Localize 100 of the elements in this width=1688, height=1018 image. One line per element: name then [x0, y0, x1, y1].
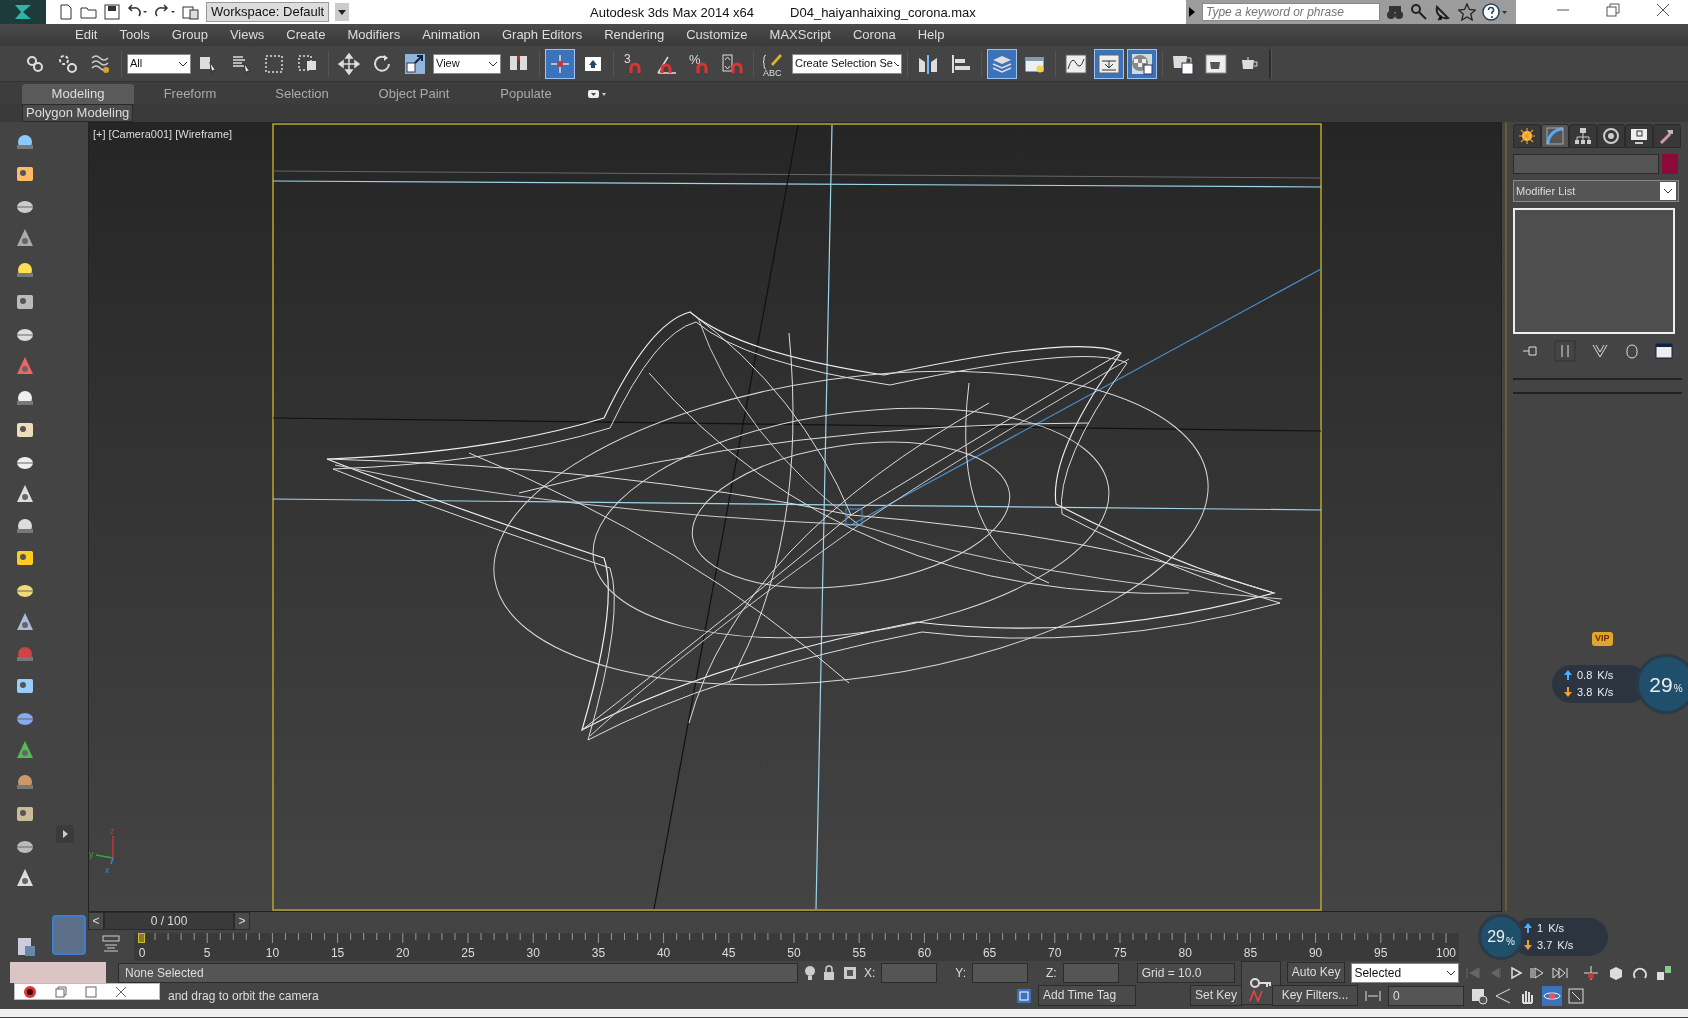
- app-logo[interactable]: [0, 0, 46, 24]
- lock-icon[interactable]: [822, 964, 836, 981]
- ribbon-tab[interactable]: Freeform: [134, 84, 246, 104]
- toolbar-button[interactable]: [1127, 48, 1157, 79]
- lightbulb-icon[interactable]: [804, 963, 816, 982]
- menu-item[interactable]: Graph Editors: [490, 24, 594, 46]
- new-file-icon[interactable]: [58, 4, 74, 20]
- command-tab[interactable]: [1625, 124, 1653, 148]
- time-config-icon[interactable]: [1470, 986, 1489, 1005]
- menu-item[interactable]: Corona: [842, 24, 907, 46]
- binoculars-icon[interactable]: [1386, 3, 1404, 21]
- funnel-icon[interactable]: [1591, 342, 1610, 360]
- modifier-stack[interactable]: [1513, 208, 1675, 334]
- menu-item[interactable]: Edit: [64, 24, 109, 46]
- toolbar-button[interactable]: [1094, 48, 1124, 79]
- time-slider-marker[interactable]: [138, 933, 145, 943]
- transform-mode-icon[interactable]: [842, 964, 858, 981]
- close-icon[interactable]: [115, 985, 127, 998]
- go-to-start-icon[interactable]: [1465, 965, 1482, 980]
- menu-item[interactable]: Create: [275, 24, 337, 46]
- orbit-camera-icon[interactable]: [1542, 985, 1563, 1006]
- timeline-track[interactable]: 0 5 10 15 20 25 30 35 40 45 50 55 60 65 70 75 80 85 90 95 100: [134, 933, 1459, 961]
- command-tab[interactable]: [1541, 124, 1569, 148]
- upload-speed: 0.8: [1577, 668, 1593, 682]
- object-name-field[interactable]: [1513, 154, 1659, 174]
- play-arrow-icon[interactable]: [1188, 7, 1196, 17]
- star-icon[interactable]: [1458, 3, 1476, 21]
- frame-number: 20: [395, 945, 411, 962]
- command-tab[interactable]: [1653, 124, 1681, 148]
- ribbon-tab[interactable]: Object Paint: [358, 84, 470, 104]
- dropdown[interactable]: All: [127, 53, 191, 74]
- menu-item[interactable]: Help: [906, 24, 956, 46]
- x-coordinate-field[interactable]: [881, 962, 938, 983]
- record-icon[interactable]: [23, 984, 37, 999]
- frame-number: 80: [1177, 945, 1193, 962]
- menu-item[interactable]: Tools: [108, 24, 161, 46]
- toolbar-button[interactable]: [987, 48, 1017, 79]
- frame-number: 55: [851, 945, 867, 962]
- satellite-dish-icon[interactable]: [1434, 3, 1452, 21]
- camera-target: [845, 508, 863, 526]
- menu-item[interactable]: Group: [160, 24, 219, 46]
- ribbon-tab[interactable]: Selection: [246, 84, 358, 104]
- color-swatch[interactable]: [1662, 154, 1678, 174]
- z-coordinate-field[interactable]: [1062, 962, 1119, 983]
- restore-icon[interactable]: [55, 985, 67, 998]
- modifier-list-dropdown[interactable]: Modifier List: [1513, 180, 1679, 202]
- dropdown[interactable]: Create Selection Se: [792, 53, 902, 74]
- command-tab[interactable]: [1569, 124, 1597, 148]
- restore-icon[interactable]: [1606, 3, 1620, 17]
- command-tab[interactable]: [1513, 124, 1541, 148]
- frame-number: 35: [590, 945, 607, 962]
- menu-item[interactable]: MAXScript: [758, 24, 842, 46]
- configure-icon[interactable]: [1654, 342, 1675, 360]
- previous-frame-button[interactable]: <: [88, 912, 104, 930]
- mouse-icon[interactable]: [1624, 342, 1639, 360]
- search-field[interactable]: Type a keyword or phrase: [1202, 3, 1380, 21]
- command-tab[interactable]: [1597, 124, 1625, 148]
- open-folder-icon[interactable]: [80, 4, 98, 20]
- set-key-button[interactable]: Set Key: [1190, 985, 1243, 1006]
- current-frame-field[interactable]: 0: [1388, 985, 1465, 1006]
- go-to-end-icon[interactable]: [1551, 965, 1570, 980]
- viewport-label[interactable]: [+] [Camera001] [Wireframe]: [93, 126, 233, 143]
- menu-item[interactable]: Customize: [675, 24, 759, 46]
- add-time-tag-button[interactable]: Add Time Tag: [1038, 985, 1136, 1006]
- save-icon[interactable]: [104, 4, 120, 20]
- pause-icon[interactable]: [1554, 340, 1577, 362]
- field-of-view-icon[interactable]: [1494, 986, 1513, 1005]
- menu-item[interactable]: Views: [218, 24, 276, 46]
- ribbon-tab[interactable]: Modeling: [22, 84, 134, 104]
- windows-icon[interactable]: [1655, 963, 1674, 982]
- workspace-dropdown[interactable]: Workspace: Default: [206, 2, 330, 22]
- track-bar-icon[interactable]: [101, 933, 121, 953]
- maximize-viewport-icon[interactable]: [1568, 987, 1585, 1004]
- frame-counter[interactable]: 0 / 100: [104, 912, 234, 930]
- next-key-icon[interactable]: [1529, 965, 1546, 980]
- menu-item[interactable]: Modifiers: [336, 24, 412, 46]
- play-icon[interactable]: [1509, 965, 1524, 980]
- ribbon-tab[interactable]: Populate: [470, 84, 582, 104]
- maximize-icon[interactable]: [85, 985, 97, 998]
- time-tag-icon[interactable]: [1016, 987, 1032, 1004]
- key-mode-dropdown[interactable]: Selected: [1351, 962, 1460, 983]
- minimized-window[interactable]: [14, 983, 160, 1000]
- key-filters-button[interactable]: Key Filters...: [1272, 985, 1359, 1006]
- menu-item[interactable]: Rendering: [593, 24, 676, 46]
- upload-arrow-icon: [1524, 923, 1532, 933]
- help-icon[interactable]: [1482, 3, 1508, 21]
- key-mode-icon[interactable]: [1364, 988, 1383, 1003]
- menu-item[interactable]: Animation: [411, 24, 491, 46]
- percent-unit: %: [1673, 681, 1683, 696]
- frame-number: 100: [1435, 945, 1457, 962]
- y-label: Y:: [955, 964, 967, 982]
- dropdown[interactable]: View: [433, 53, 501, 74]
- curve-editor-icon: [1064, 51, 1088, 76]
- auto-key-button[interactable]: Auto Key: [1286, 962, 1346, 983]
- next-frame-button[interactable]: >: [234, 912, 250, 930]
- project-folder-icon[interactable]: [182, 4, 200, 20]
- y-coordinate-field[interactable]: [972, 962, 1029, 983]
- close-icon[interactable]: [1656, 3, 1670, 17]
- z-label: Z:: [1046, 964, 1057, 982]
- scale-icon: [403, 51, 427, 76]
